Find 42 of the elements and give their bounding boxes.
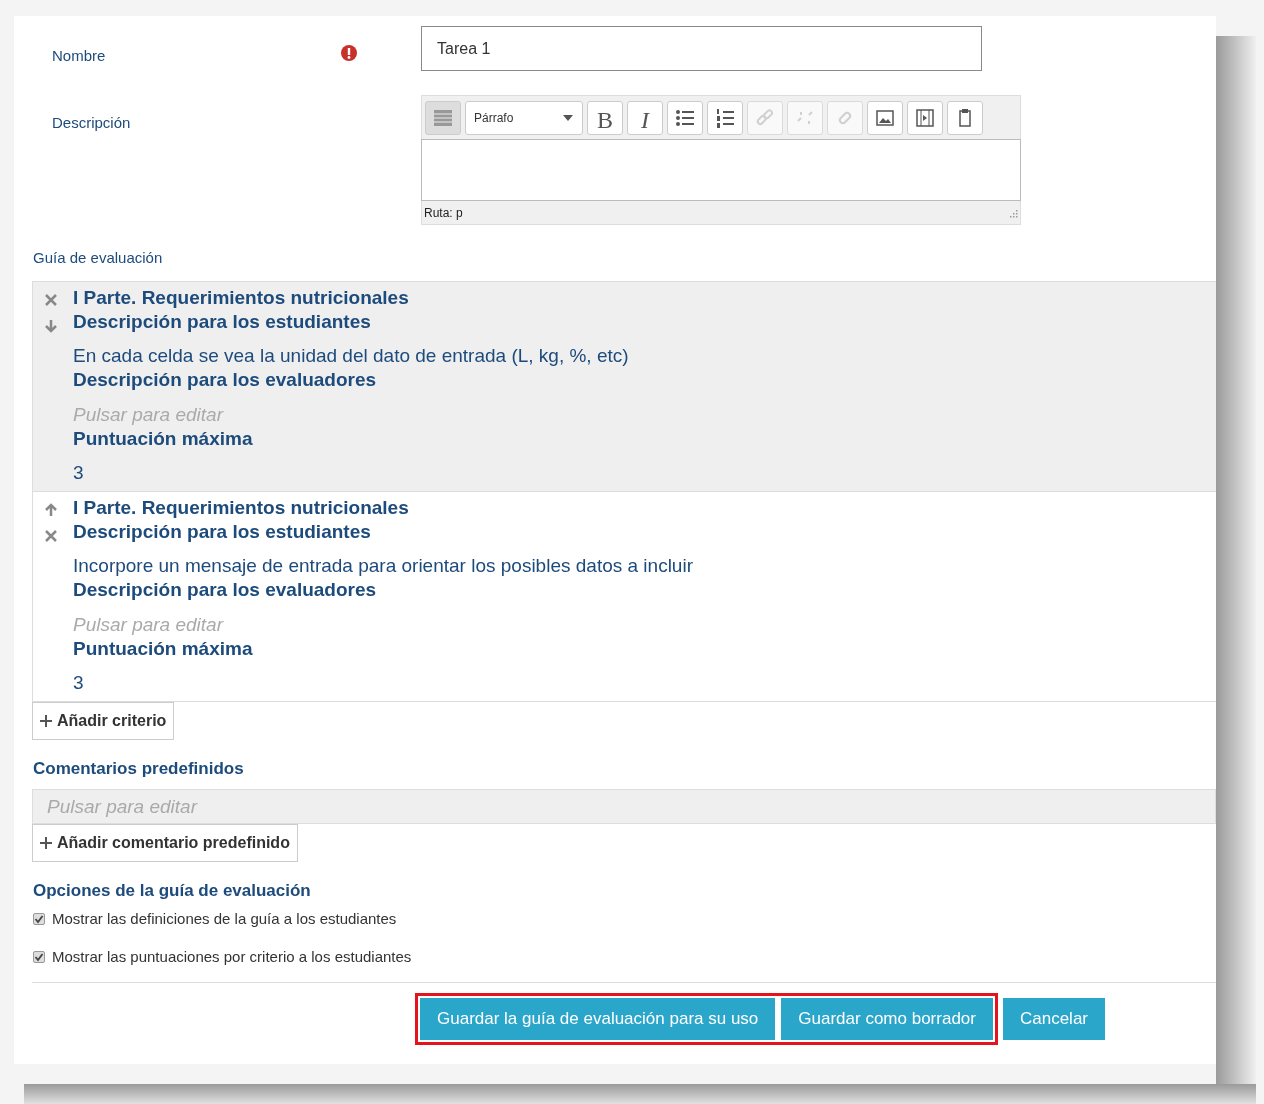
checkbox[interactable] xyxy=(33,951,45,963)
checkbox-label: Mostrar las puntuaciones por criterio a los estudiantes xyxy=(52,947,412,967)
add-comment-button[interactable]: Añadir comentario predefinido xyxy=(32,824,298,862)
field-label: Descripción para los evaluadores xyxy=(73,578,378,602)
toolbar-button[interactable] xyxy=(667,100,703,135)
criterion-title[interactable]: I Parte. Requerimientos nutricionales xyxy=(73,286,629,310)
checkbox-label: Mostrar las definiciones de la guía a los estudiantes xyxy=(52,909,397,929)
plus-icon xyxy=(40,715,52,727)
field-label: Descripción para los estudiantes xyxy=(73,310,372,334)
field-label: Puntuación máxima xyxy=(73,427,254,451)
score-value[interactable]: 3 xyxy=(73,461,629,485)
toolbar-button[interactable] xyxy=(907,100,943,135)
section-heading: Opciones de la guía de evaluación xyxy=(33,880,312,902)
description-text[interactable]: En cada celda se vea la unidad del dato de entrada (L, kg, %, etc) xyxy=(73,344,629,368)
field-label: Descripción para los estudiantes xyxy=(73,520,372,544)
field-label: Descripción para los evaluadores xyxy=(73,368,378,392)
arrow-up-icon[interactable] xyxy=(43,502,59,518)
path-label: Ruta: p xyxy=(424,204,463,222)
criterion-title[interactable]: I Parte. Requerimientos nutricionales xyxy=(73,496,693,520)
format-dropdown[interactable]: Párrafo xyxy=(465,100,583,135)
field-label: Nombre xyxy=(51,46,107,66)
section-heading: Comentarios predefinidos xyxy=(33,758,245,780)
delete-icon[interactable] xyxy=(43,292,59,308)
section-label: Guía de evaluación xyxy=(33,248,164,268)
checkbox[interactable] xyxy=(33,913,45,925)
score-value[interactable]: 3 xyxy=(73,671,693,695)
description-text[interactable]: Incorpore un mensaje de entrada para orientar los posibles datos a incluir xyxy=(73,554,693,578)
toolbar-button[interactable] xyxy=(947,100,983,135)
field-label: Descripción xyxy=(51,113,132,133)
bold-button[interactable]: B xyxy=(587,100,623,135)
caret-icon xyxy=(562,113,574,122)
plus-icon xyxy=(40,837,52,849)
add-criterion-button[interactable]: Añadir criterio xyxy=(32,702,175,740)
toolbar-button[interactable] xyxy=(707,100,743,135)
resize-handle-icon[interactable] xyxy=(1008,207,1018,218)
toolbar-button[interactable] xyxy=(867,100,903,135)
comment-field[interactable]: Pulsar para editar xyxy=(32,789,1216,824)
delete-icon[interactable] xyxy=(43,528,59,544)
field-label: Puntuación máxima xyxy=(73,637,254,661)
name-input[interactable]: Tarea 1 xyxy=(421,26,982,71)
arrow-down-icon[interactable] xyxy=(43,318,59,334)
italic-button[interactable]: I xyxy=(627,100,663,135)
